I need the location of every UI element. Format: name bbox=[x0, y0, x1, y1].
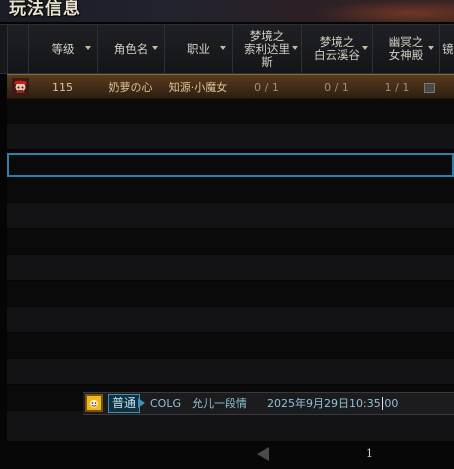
cell-level: 115 bbox=[52, 81, 73, 94]
text-cursor bbox=[382, 397, 383, 410]
column-label: 角色名 bbox=[113, 41, 149, 56]
table-row bbox=[7, 281, 454, 306]
sort-arrow-icon bbox=[152, 46, 158, 50]
previous-page-icon[interactable] bbox=[257, 447, 269, 461]
cell-dream-solidaris: 0 / 1 bbox=[254, 81, 279, 94]
table-row bbox=[7, 333, 454, 358]
sort-arrow-icon bbox=[292, 46, 298, 50]
detail-button[interactable] bbox=[424, 83, 435, 93]
table-row bbox=[7, 203, 454, 228]
chat-channel-label[interactable]: 普通 bbox=[108, 394, 141, 413]
column-header-name[interactable]: 角色名 bbox=[97, 25, 164, 73]
cell-dream-white-cloud: 0 / 1 bbox=[324, 81, 349, 94]
character-avatar-icon bbox=[12, 78, 29, 95]
column-label: 梦境之 白云溪谷 bbox=[314, 35, 360, 62]
cell-class: 知源·小魔女 bbox=[168, 81, 228, 94]
column-label: 梦境之 索利达里 斯 bbox=[244, 28, 290, 69]
sort-arrow-icon bbox=[362, 46, 368, 50]
chat-message: 允儿一段情 bbox=[192, 397, 247, 410]
column-label: 职业 bbox=[187, 41, 210, 56]
column-label: 镜 bbox=[442, 41, 454, 56]
table-row bbox=[7, 99, 454, 124]
chat-timestamp: 2025年9月29日10:35:00 bbox=[267, 397, 399, 410]
table-row bbox=[7, 255, 454, 280]
channel-arrow-icon bbox=[138, 398, 145, 408]
chat-emoji-icon[interactable] bbox=[85, 394, 103, 412]
sort-arrow-icon bbox=[220, 46, 226, 50]
table-row bbox=[7, 411, 454, 441]
table-row bbox=[7, 229, 454, 254]
chat-message-bar[interactable]: 普通 COLG 允儿一段情 2025年9月29日10:35:00 bbox=[83, 392, 454, 415]
sort-arrow-icon bbox=[428, 46, 434, 50]
column-header-dream-solidaris[interactable]: 梦境之 索利达里 斯 bbox=[232, 25, 301, 73]
column-header-partial[interactable]: 镜 bbox=[439, 25, 454, 73]
table-row bbox=[7, 307, 454, 332]
column-label: 等级 bbox=[51, 41, 75, 56]
table-row bbox=[7, 177, 454, 202]
page-number: 1 bbox=[366, 447, 373, 460]
table-row bbox=[7, 124, 454, 149]
table-header: 等级 角色名 职业 梦境之 索利达里 斯 梦境之 白云溪谷 幽冥之 女神殿 镜 bbox=[0, 24, 454, 74]
header-spacer bbox=[7, 25, 28, 73]
column-header-level[interactable]: 等级 bbox=[28, 25, 97, 73]
chat-sender: COLG bbox=[150, 397, 181, 410]
window-title: 玩法信息 bbox=[9, 0, 81, 19]
table-row bbox=[7, 359, 454, 384]
column-header-netherworld-temple[interactable]: 幽冥之 女神殿 bbox=[372, 25, 439, 73]
column-header-class[interactable]: 职业 bbox=[164, 25, 232, 73]
pagination-bar: 1 bbox=[0, 441, 454, 469]
column-label: 幽冥之 女神殿 bbox=[388, 35, 424, 62]
selected-row[interactable] bbox=[7, 153, 454, 177]
cell-character-name: 奶萝の心 bbox=[108, 81, 153, 94]
sort-arrow-icon bbox=[85, 46, 91, 50]
title-decoration bbox=[314, 0, 454, 22]
column-header-dream-white-cloud[interactable]: 梦境之 白云溪谷 bbox=[301, 25, 372, 73]
table-row-character[interactable]: 115 奶萝の心 知源·小魔女 0 / 1 0 / 1 1 / 1 bbox=[7, 74, 454, 99]
title-bar: 玩法信息 bbox=[0, 0, 454, 22]
cell-netherworld-temple: 1 / 1 bbox=[384, 81, 410, 94]
